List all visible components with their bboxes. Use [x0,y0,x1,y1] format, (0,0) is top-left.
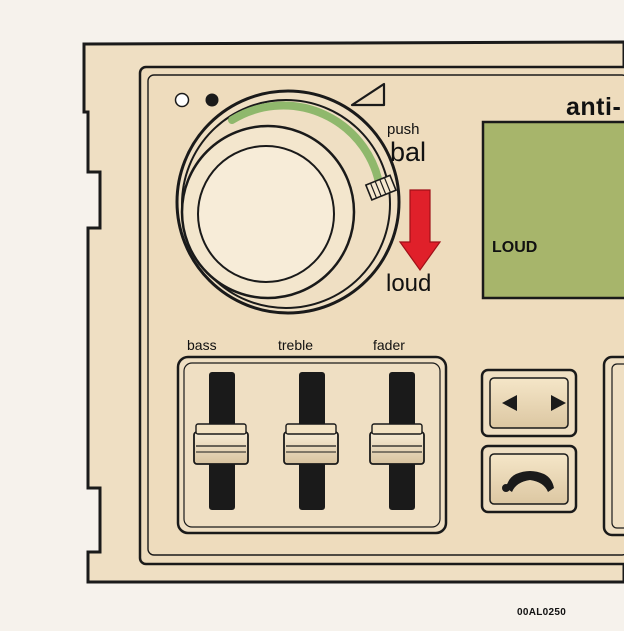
panel-drawing [82,40,624,584]
lcd-display [481,120,624,300]
treble-label: treble [278,337,314,353]
volume-knob[interactable] [175,89,401,315]
partial-button[interactable] [602,355,624,537]
indicator-light-on [205,93,219,107]
seek-button[interactable] [480,368,578,438]
figure-code: 00AL0250 [517,607,567,618]
bal-label: bal [390,137,427,167]
loud-label: loud [386,270,432,297]
phone-button[interactable] [480,444,578,514]
indicator-light-off [174,92,190,108]
radio-panel-illustration: anti- push bal loud LOUD bass treble fad… [0,0,624,626]
bass-label: bass [187,337,217,353]
fader-label: fader [373,337,405,353]
display-text: LOUD [492,239,538,256]
panel-title-fragment: anti- [566,93,622,121]
push-label: push [387,121,420,138]
